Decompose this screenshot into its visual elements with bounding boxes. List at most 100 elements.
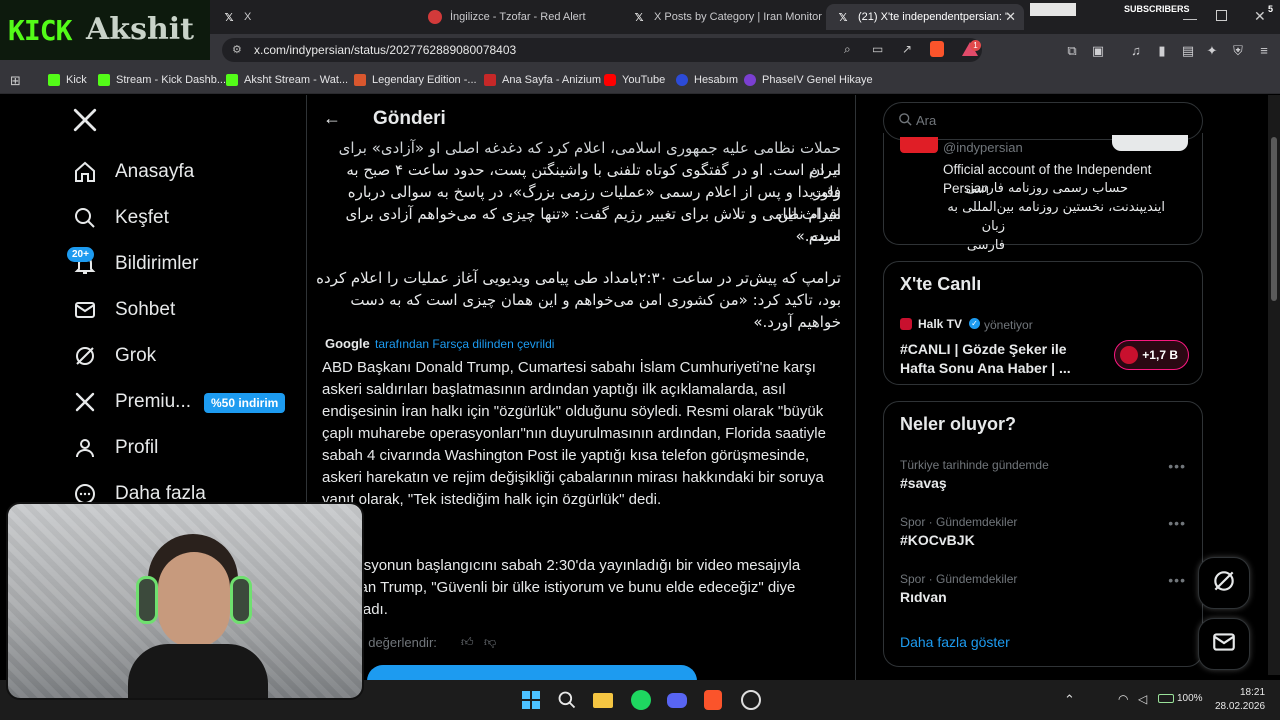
taskbar-search-icon[interactable]	[556, 689, 578, 711]
live-card-title: X'te Canlı	[900, 274, 982, 294]
more-options-icon[interactable]: •••	[1168, 458, 1186, 474]
live-show-title[interactable]: #CANLI | Gözde Şeker ile Hafta Sonu Ana …	[900, 340, 1082, 378]
brave-taskbar-icon[interactable]	[702, 689, 724, 711]
more-options-icon[interactable]: •••	[1168, 515, 1186, 531]
tab-close-icon[interactable]: ✕	[1005, 9, 1016, 25]
profile-bio-fa: حساب رسمی روزنامه فارسی	[965, 181, 1128, 196]
url-bar[interactable]: ⚙ x.com/indypersian/status/2027762889080…	[222, 38, 982, 62]
window-minimize-icon[interactable]: —	[1183, 10, 1197, 26]
premium-discount-badge: %50 indirim	[204, 393, 286, 413]
subscribers-label: SUBSCRIBERS	[1124, 4, 1190, 14]
sidebar-item-messages[interactable]: Sohbet	[72, 292, 175, 328]
window-close-icon[interactable]: ✕	[1254, 8, 1266, 25]
translation-source-link[interactable]: tarafından Farsça dilinden çevrildi	[375, 337, 554, 351]
youtube-icon	[604, 74, 616, 86]
back-arrow-icon[interactable]: ←	[323, 108, 341, 129]
trend-title: #KOCvBJK	[900, 532, 975, 548]
sidebar-item-premium[interactable]: Premiu...	[72, 384, 191, 420]
tab-iran-monitor[interactable]: 𝕏 X Posts by Category | Iran Monitor	[622, 4, 822, 30]
share-icon[interactable]: ↗	[902, 42, 912, 56]
trend-item[interactable]: Spor · Gündemdekiler #KOCvBJK	[900, 515, 1188, 548]
profile-avatar[interactable]	[900, 137, 938, 153]
streamer-name: Akshit	[86, 12, 195, 47]
bookmark-kick[interactable]: Kick	[48, 72, 87, 88]
vpn-icon[interactable]: ⛨	[1230, 43, 1246, 59]
search-placeholder: Ara	[916, 113, 937, 128]
messages-fab-button[interactable]	[1198, 618, 1250, 670]
more-options-icon[interactable]: •••	[1168, 572, 1186, 588]
grok-icon	[72, 343, 98, 369]
trend-meta: Spor · Gündemdekiler	[900, 515, 1018, 529]
menu-icon[interactable]: ≡	[1256, 43, 1272, 59]
kick-overlay-logo: KICK Akshit	[0, 0, 210, 60]
tab-x[interactable]: 𝕏 X	[212, 4, 412, 30]
hesabim-icon	[676, 74, 688, 86]
scrollbar-thumb[interactable]	[1271, 137, 1277, 301]
trends-title: Neler oluyor?	[900, 414, 1017, 434]
mail-icon	[72, 297, 98, 323]
tray-chevron-icon[interactable]: ⌃	[1064, 692, 1075, 708]
person-icon	[72, 435, 98, 461]
wifi-icon[interactable]: ◠	[1118, 692, 1128, 706]
bookmark-legendary[interactable]: Legendary Edition -...	[354, 72, 477, 88]
persian-text-line: خواهیم آورد.»	[753, 313, 841, 331]
wallet-icon[interactable]: ▣	[1090, 43, 1106, 59]
bookmark-anizium[interactable]: Ana Sayfa - Anizium	[484, 72, 601, 88]
live-host-name[interactable]: Halk TV	[918, 317, 962, 331]
bookmark-youtube[interactable]: YouTube	[604, 72, 665, 88]
window-maximize-icon[interactable]	[1216, 10, 1227, 21]
site-settings-icon[interactable]: ⚙	[232, 43, 242, 56]
bookmarks-bar: ⊞ Kick Stream - Kick Dashb... Aksht Stre…	[0, 66, 1280, 94]
live-listeners-button[interactable]: +1,7 B	[1114, 340, 1189, 370]
webcam-headset-left	[136, 576, 158, 624]
sidebar-toggle-icon[interactable]: ▮	[1154, 43, 1170, 59]
tab-indypersian-active[interactable]: 𝕏 (21) X'te independentpersian: "... ✕	[826, 4, 1024, 30]
file-explorer-icon[interactable]	[592, 689, 614, 711]
wallet2-icon[interactable]: ▤	[1180, 43, 1196, 59]
trend-item[interactable]: Spor · Gündemdekiler Rıdvan	[900, 572, 1188, 605]
x-favicon-icon: 𝕏	[224, 11, 234, 24]
bookmark-kick-dashboard[interactable]: Stream - Kick Dashb...	[98, 72, 226, 88]
obs-icon[interactable]	[740, 689, 762, 711]
leo-ai-icon[interactable]: ✦	[1204, 43, 1220, 59]
apps-grid-icon[interactable]: ⊞	[10, 73, 21, 89]
sidebar-item-explore[interactable]: Keşfet	[72, 200, 169, 236]
x-logo-icon[interactable]	[72, 107, 100, 135]
windows-start-icon[interactable]	[520, 689, 542, 711]
red-alert-favicon-icon	[428, 10, 442, 24]
live-card: X'te Canlı Halk TV ✓ yönetiyor #CANLI | …	[883, 261, 1203, 385]
show-more-link[interactable]: Daha fazla göster	[900, 634, 1010, 650]
zoom-icon[interactable]: ⌕	[844, 42, 851, 57]
grok-fab-button[interactable]	[1198, 557, 1250, 609]
thumbs-down-icon[interactable]: 👎︎	[484, 635, 496, 650]
sidebar-item-profile[interactable]: Profil	[72, 430, 158, 466]
mail-icon	[1211, 629, 1237, 660]
trend-item[interactable]: Türkiye tarihinde gündemde #savaş	[900, 458, 1188, 491]
cast-icon[interactable]: ▭	[872, 42, 883, 56]
tab-red-alert[interactable]: İngilizce - Tzofar - Red Alert	[418, 4, 618, 30]
trend-meta: Türkiye tarihinde gündemde	[900, 458, 1049, 472]
webcam-person-shirt	[128, 644, 268, 698]
bookmark-phaseiv[interactable]: PhaseIV Genel Hikaye	[744, 72, 873, 88]
discord-icon[interactable]	[666, 689, 688, 711]
music-icon[interactable]: ♫	[1128, 43, 1144, 59]
kick-wordmark: KICK	[8, 14, 72, 47]
clock-time[interactable]: 18:21	[1240, 687, 1265, 698]
brave-shield-icon[interactable]	[930, 41, 944, 57]
sidebar-item-grok[interactable]: Grok	[72, 338, 156, 374]
sidebar-item-home[interactable]: Anasayfa	[72, 154, 194, 190]
bookmark-aksht-stream[interactable]: Aksht Stream - Wat...	[226, 72, 348, 88]
spotify-icon[interactable]	[630, 689, 652, 711]
clock-date[interactable]: 28.02.2026	[1215, 701, 1265, 712]
volume-icon[interactable]: ◁	[1138, 692, 1147, 706]
thumbs-up-icon[interactable]: 👍︎	[461, 635, 474, 650]
battery-icon[interactable]	[1158, 694, 1174, 703]
profile-card: @indypersian Official account of the Ind…	[883, 133, 1203, 253]
page-scrollbar[interactable]	[1268, 95, 1280, 675]
subscribers-count: 5	[1268, 4, 1274, 14]
extensions-icon[interactable]: ⧉	[1064, 43, 1080, 59]
search-icon	[898, 112, 913, 132]
follow-button[interactable]	[1112, 135, 1188, 151]
profile-bio-fa: ایندیپندنت، نخستین روزنامه بین‌المللی به	[947, 200, 1165, 215]
bookmark-hesabim[interactable]: Hesabım	[676, 72, 738, 88]
